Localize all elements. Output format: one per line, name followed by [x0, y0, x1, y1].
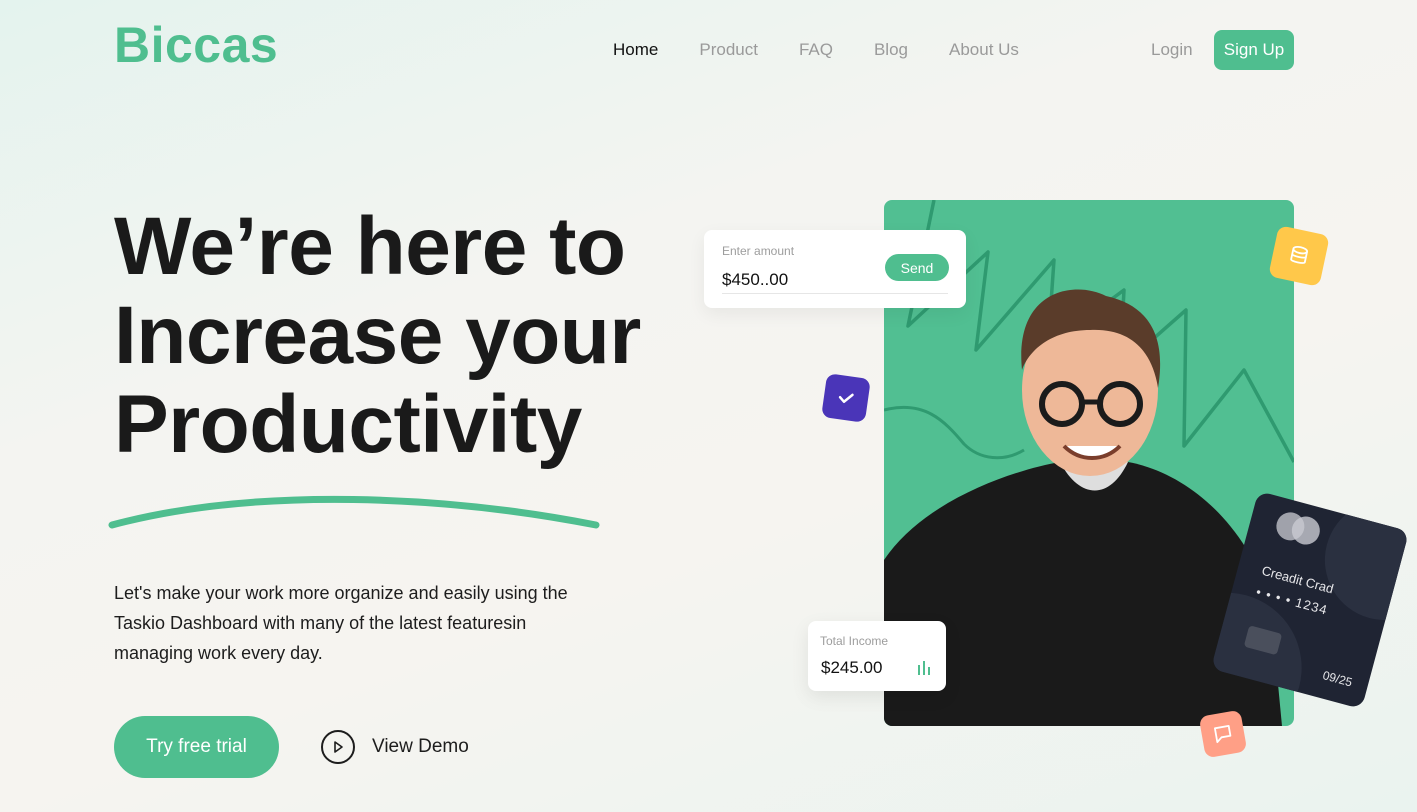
check-badge [821, 373, 871, 423]
headline-line-3: Productivity [114, 379, 582, 470]
play-icon [321, 730, 355, 764]
nav-item-faq[interactable]: FAQ [799, 40, 833, 60]
coin-badge [1268, 225, 1330, 287]
bar-chart-icon [918, 661, 930, 675]
login-link[interactable]: Login [1151, 40, 1193, 60]
check-icon [838, 393, 854, 404]
chat-badge [1198, 709, 1248, 759]
nav-item-product[interactable]: Product [699, 40, 758, 60]
amount-input[interactable]: $450..00 [722, 270, 788, 290]
chat-bubble-icon [1213, 724, 1232, 744]
brand-logo[interactable]: Biccas [114, 16, 278, 74]
headline-line-2: Increase your [114, 290, 641, 381]
headline-line-1: We’re here to [114, 201, 626, 292]
try-free-trial-button[interactable]: Try free trial [114, 716, 279, 778]
amount-card: Enter amount $450..00 Send [704, 230, 966, 308]
card-expiry: 09/25 [1321, 668, 1354, 690]
card-brand-logo [1273, 509, 1329, 551]
send-button[interactable]: Send [885, 254, 949, 281]
income-value: $245.00 [821, 658, 883, 677]
amount-label: Enter amount [722, 244, 795, 258]
amount-divider [722, 293, 948, 294]
sign-up-button[interactable]: Sign Up [1214, 30, 1294, 70]
view-demo-label: View Demo [372, 736, 469, 757]
main-nav: Home Product FAQ Blog About Us [613, 40, 1060, 60]
nav-item-about-us[interactable]: About Us [949, 40, 1019, 60]
hero-description: Let's make your work more organize and e… [114, 583, 568, 663]
coins-stack-icon [1290, 245, 1309, 264]
nav-item-home[interactable]: Home [613, 40, 658, 60]
nav-item-blog[interactable]: Blog [874, 40, 908, 60]
view-demo-button[interactable]: View Demo [321, 730, 469, 764]
income-card: Total Income $245.00 [808, 621, 946, 691]
hero-headline: We’re here to Increase your Productivity [114, 202, 641, 469]
underline-swoosh [108, 495, 600, 529]
income-label: Total Income [820, 634, 889, 648]
